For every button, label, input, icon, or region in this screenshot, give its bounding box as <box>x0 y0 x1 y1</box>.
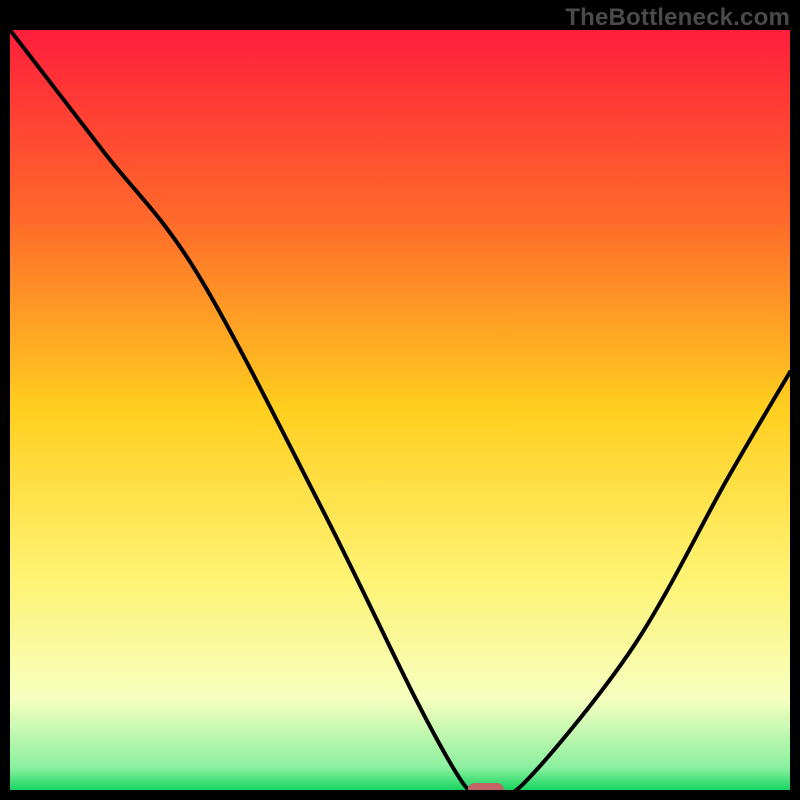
optimal-marker <box>468 783 504 790</box>
chart-frame: TheBottleneck.com <box>0 0 800 800</box>
chart-svg <box>10 30 790 790</box>
bottleneck-chart <box>10 30 790 790</box>
gradient-background <box>10 30 790 790</box>
watermark-label: TheBottleneck.com <box>565 4 790 32</box>
